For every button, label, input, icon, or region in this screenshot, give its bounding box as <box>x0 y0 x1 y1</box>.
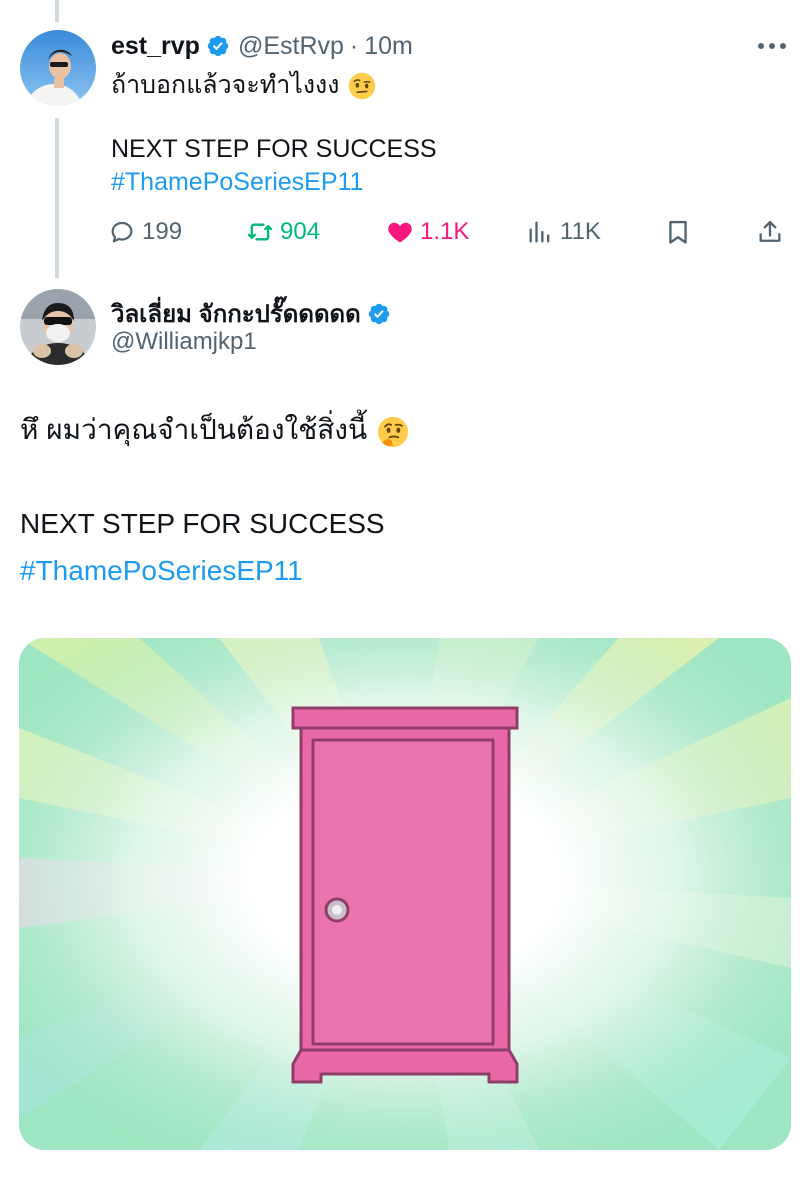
tweet1-text-thai: ถ้าบอกแล้วจะทำไงงง <box>111 71 340 99</box>
tweet2-text-thai: หึ ผมว่าคุณจำเป็นต้องใช้สิ่งนี้ <box>20 414 368 445</box>
reply-count: 199 <box>142 218 183 245</box>
like-button[interactable]: 1.1K <box>386 212 469 252</box>
share-button[interactable] <box>756 212 790 252</box>
face-with-raised-eyebrow-icon <box>349 73 376 100</box>
tweet2-media-image[interactable] <box>19 638 791 1150</box>
views-count: 11K <box>560 218 601 245</box>
more-options-icon[interactable] <box>752 35 792 57</box>
retweet-button[interactable]: 904 <box>246 212 320 252</box>
heart-icon <box>388 222 412 243</box>
pink-door-illustration <box>19 638 791 1150</box>
bookmark-icon <box>669 220 687 244</box>
tweet1-text-line2: NEXT STEP FOR SUCCESS <box>111 135 437 163</box>
reply-button[interactable]: 199 <box>108 212 182 252</box>
thinking-face-icon <box>377 416 409 447</box>
avatar-williamjkp1[interactable] <box>20 289 96 365</box>
tweet1-display-name[interactable]: est_rvp <box>111 32 200 61</box>
thread-line-top <box>55 0 59 22</box>
like-count: 1.1K <box>420 218 470 245</box>
thread-line <box>55 118 59 278</box>
views-button[interactable]: 11K <box>526 212 601 252</box>
tweet1-timestamp[interactable]: 10m <box>364 32 413 61</box>
avatar-est-rvp[interactable] <box>20 30 96 106</box>
tweet2-hashtag-link[interactable]: #ThamePoSeriesEP11 <box>20 553 303 589</box>
tweet1-action-bar: 199 904 1.1K 11K <box>108 212 788 252</box>
views-chart-icon <box>529 221 550 243</box>
tweet2-text-line1: หึ ผมว่าคุณจำเป็นต้องใช้สิ่งนี้ <box>20 412 409 448</box>
tweet1-text-line1: ถ้าบอกแล้วจะทำไงงง <box>111 68 376 102</box>
retweet-count: 904 <box>280 218 321 245</box>
verified-badge-icon <box>207 35 229 57</box>
verified-badge-icon <box>368 303 389 324</box>
reply-icon <box>111 221 133 243</box>
tweet2-text-line2: NEXT STEP FOR SUCCESS <box>20 508 385 539</box>
bookmark-button[interactable] <box>664 212 698 252</box>
share-icon <box>759 220 781 242</box>
tweet2-handle[interactable]: @Williamjkp1 <box>111 328 257 356</box>
tweet1-handle[interactable]: @EstRvp <box>238 32 344 61</box>
tweet1-header: est_rvp @EstRvp · 10m <box>111 28 413 64</box>
tweet1-separator: · <box>349 31 359 60</box>
tweet1-hashtag-link[interactable]: #ThamePoSeriesEP11 <box>111 165 363 199</box>
retweet-icon <box>247 223 273 241</box>
